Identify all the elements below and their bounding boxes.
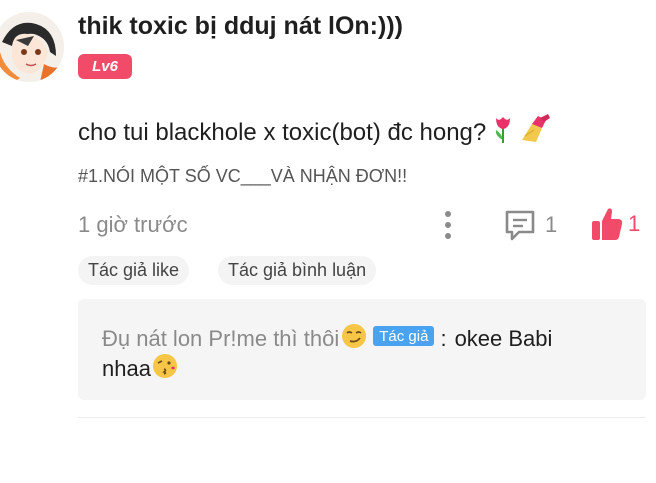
more-options-button[interactable] [436,208,460,242]
author-badge: Tác giả [373,326,435,346]
reply-preview[interactable]: Đụ nát lon Pr!me thì thôi Tác giả : okee… [78,299,646,400]
post-timestamp: 1 giờ trước [78,212,188,237]
kissing-face-emoji-icon [152,353,178,385]
post-body: cho tui blackhole x toxic(bot) đc hong? [78,114,552,151]
like-count: 1 [628,211,641,236]
comment-bubble-icon [505,210,535,241]
reply-first-line: Đụ nát lon Pr!me thì thôi Tác giả : okee… [102,323,552,355]
reply-second-line: nhaa [102,353,178,385]
post-detail: thik toxic bị dduj nát lOn:))) Lv6 cho t… [0,0,656,483]
tulip-emoji-icon [490,114,516,151]
vertical-dots-icon [445,211,451,239]
like-button[interactable]: 1 [590,206,640,242]
tag-author-liked: Tác giả like [78,256,190,285]
comment-count: 1 [545,212,558,237]
tag-author-commented: Tác giả bình luận [218,256,377,285]
avatar[interactable] [0,12,64,82]
post-hashtag[interactable]: #1.NÓI MỘT SỐ VC___VÀ NHẬN ĐƠN!! [78,166,407,187]
level-badge: Lv6 [78,54,132,79]
reply-text-part2: nhaa [102,356,151,381]
post-author-name[interactable]: thik toxic bị dduj nát lOn:))) [78,12,403,41]
smirk-emoji-icon [341,323,367,355]
reply-text-part1: okee Babi [454,326,553,351]
thumbs-up-icon [592,208,623,240]
comment-button[interactable]: 1 [503,208,557,242]
nail-polish-emoji-icon [520,114,552,151]
reply-separator: : [440,326,447,351]
divider [78,417,646,418]
reply-author-name[interactable]: Đụ nát lon Pr!me thì thôi [102,326,339,352]
post-body-text: cho tui blackhole x toxic(bot) đc hong? [78,118,487,146]
